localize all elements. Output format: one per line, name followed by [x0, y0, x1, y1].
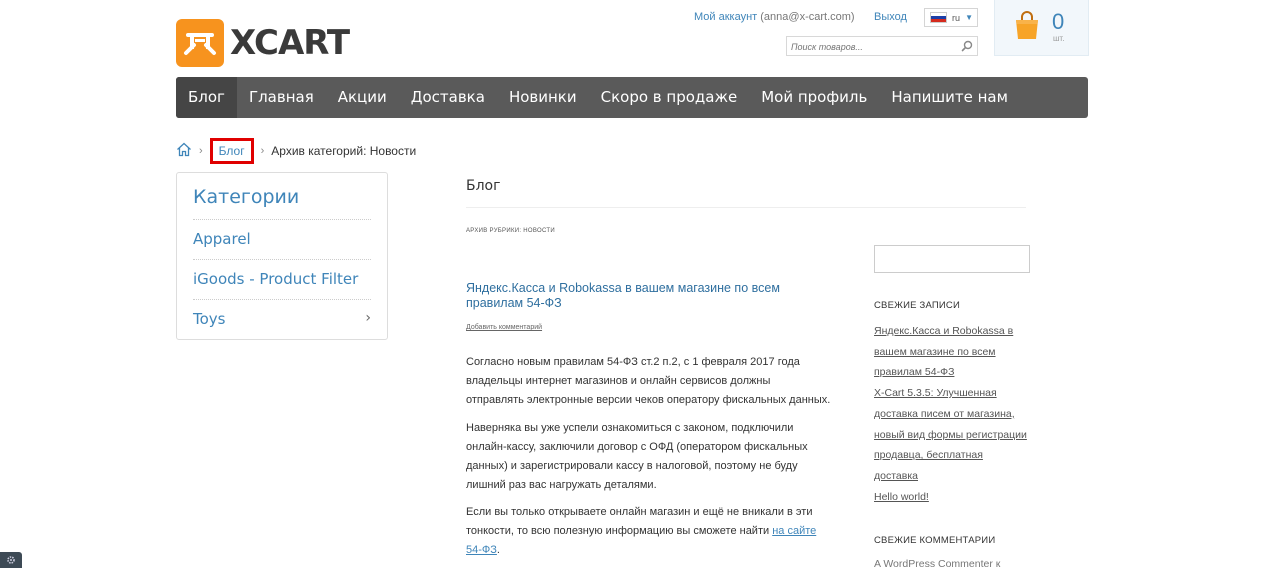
logo-text: XCART [230, 23, 350, 63]
nav-item-delivery[interactable]: Доставка [399, 77, 497, 118]
nav-item-my-profile[interactable]: Мой профиль [749, 77, 879, 118]
chevron-right-icon: › [365, 310, 371, 326]
account-email: (anna@x-cart.com) [760, 11, 855, 23]
nav-item-sales[interactable]: Акции [326, 77, 399, 118]
post-paragraph: Если вы только открываете онлайн магазин… [466, 503, 831, 560]
recent-comments-title: СВЕЖИЕ КОММЕНТАРИИ [874, 535, 996, 546]
add-comment-link[interactable]: Добавить комментарий [466, 324, 542, 331]
divider [466, 207, 1026, 208]
caret-down-icon: ▼ [965, 13, 973, 22]
cart-widget[interactable]: 0 шт. [994, 0, 1089, 56]
shopping-bag-icon [1013, 10, 1041, 45]
language-code: ru [952, 12, 961, 23]
recent-post-link[interactable]: Яндекс.Касса и Robokassa в вашем магазин… [874, 321, 1028, 383]
post-title-link[interactable]: Яндекс.Касса и Robokassa в вашем магазин… [466, 281, 831, 311]
nav-item-contact-us[interactable]: Напишите нам [879, 77, 1020, 118]
my-account-link[interactable]: Мой аккаунт [694, 11, 757, 23]
archive-label: АРХИВ РУБРИКИ: НОВОСТИ [466, 228, 555, 234]
ru-flag-icon [930, 12, 947, 23]
account-info: Мой аккаунт (anna@x-cart.com) [694, 11, 855, 23]
recent-posts-list: Яндекс.Касса и Robokassa в вашем магазин… [874, 321, 1028, 507]
category-item-toys[interactable]: Toys › [193, 299, 371, 338]
category-item-igoods[interactable]: iGoods - Product Filter [193, 259, 371, 300]
main-navigation: Блог Главная Акции Доставка Новинки Скор… [176, 77, 1088, 118]
xcart-logo-icon [176, 19, 224, 67]
gear-icon[interactable] [0, 552, 22, 568]
breadcrumb-separator: › [199, 145, 203, 157]
recent-post-link[interactable]: X-Cart 5.3.5: Улучшенная доставка писем … [874, 383, 1028, 487]
category-label: Apparel [193, 230, 251, 248]
recent-comment: A WordPress Commenter к [874, 558, 1001, 570]
breadcrumb-separator: › [260, 145, 265, 157]
blog-search-input[interactable] [874, 245, 1030, 273]
search-box [786, 36, 978, 56]
nav-item-blog[interactable]: Блог [176, 77, 237, 118]
nav-item-new-arrivals[interactable]: Новинки [497, 77, 589, 118]
page-title: Блог [466, 178, 501, 194]
category-label: Toys [193, 310, 226, 328]
post-paragraph: Наверняка вы уже успели ознакомиться с з… [466, 422, 808, 491]
breadcrumb-current: Архив категорий: Новости [271, 144, 417, 158]
recent-posts-title: СВЕЖИЕ ЗАПИСИ [874, 300, 961, 311]
categories-sidebar: Категории Apparel iGoods - Product Filte… [176, 172, 388, 340]
category-item-apparel[interactable]: Apparel [193, 219, 371, 260]
home-icon[interactable] [176, 142, 192, 160]
post-paragraph: Согласно новым правилам 54-ФЗ ст.2 п.2, … [466, 356, 831, 406]
category-label: iGoods - Product Filter [193, 270, 359, 288]
breadcrumb: › Блог › Архив категорий: Новости [176, 138, 416, 164]
cart-unit: шт. [1053, 34, 1065, 43]
site-logo[interactable]: XCART [176, 19, 350, 67]
post-paragraph-text: Если вы только открываете онлайн магазин… [466, 506, 813, 537]
nav-item-home[interactable]: Главная [237, 77, 326, 118]
categories-title: Категории [193, 186, 300, 208]
post-paragraph-end: . [496, 544, 500, 556]
search-input[interactable] [787, 39, 955, 55]
language-selector[interactable]: ru ▼ [924, 8, 978, 27]
cart-count: 0 [1052, 9, 1065, 34]
nav-item-coming-soon[interactable]: Скоро в продаже [589, 77, 750, 118]
search-icon[interactable] [961, 39, 973, 57]
breadcrumb-blog-link[interactable]: Блог [209, 138, 254, 164]
recent-post-link[interactable]: Hello world! [874, 487, 1028, 508]
logout-link[interactable]: Выход [874, 11, 907, 23]
